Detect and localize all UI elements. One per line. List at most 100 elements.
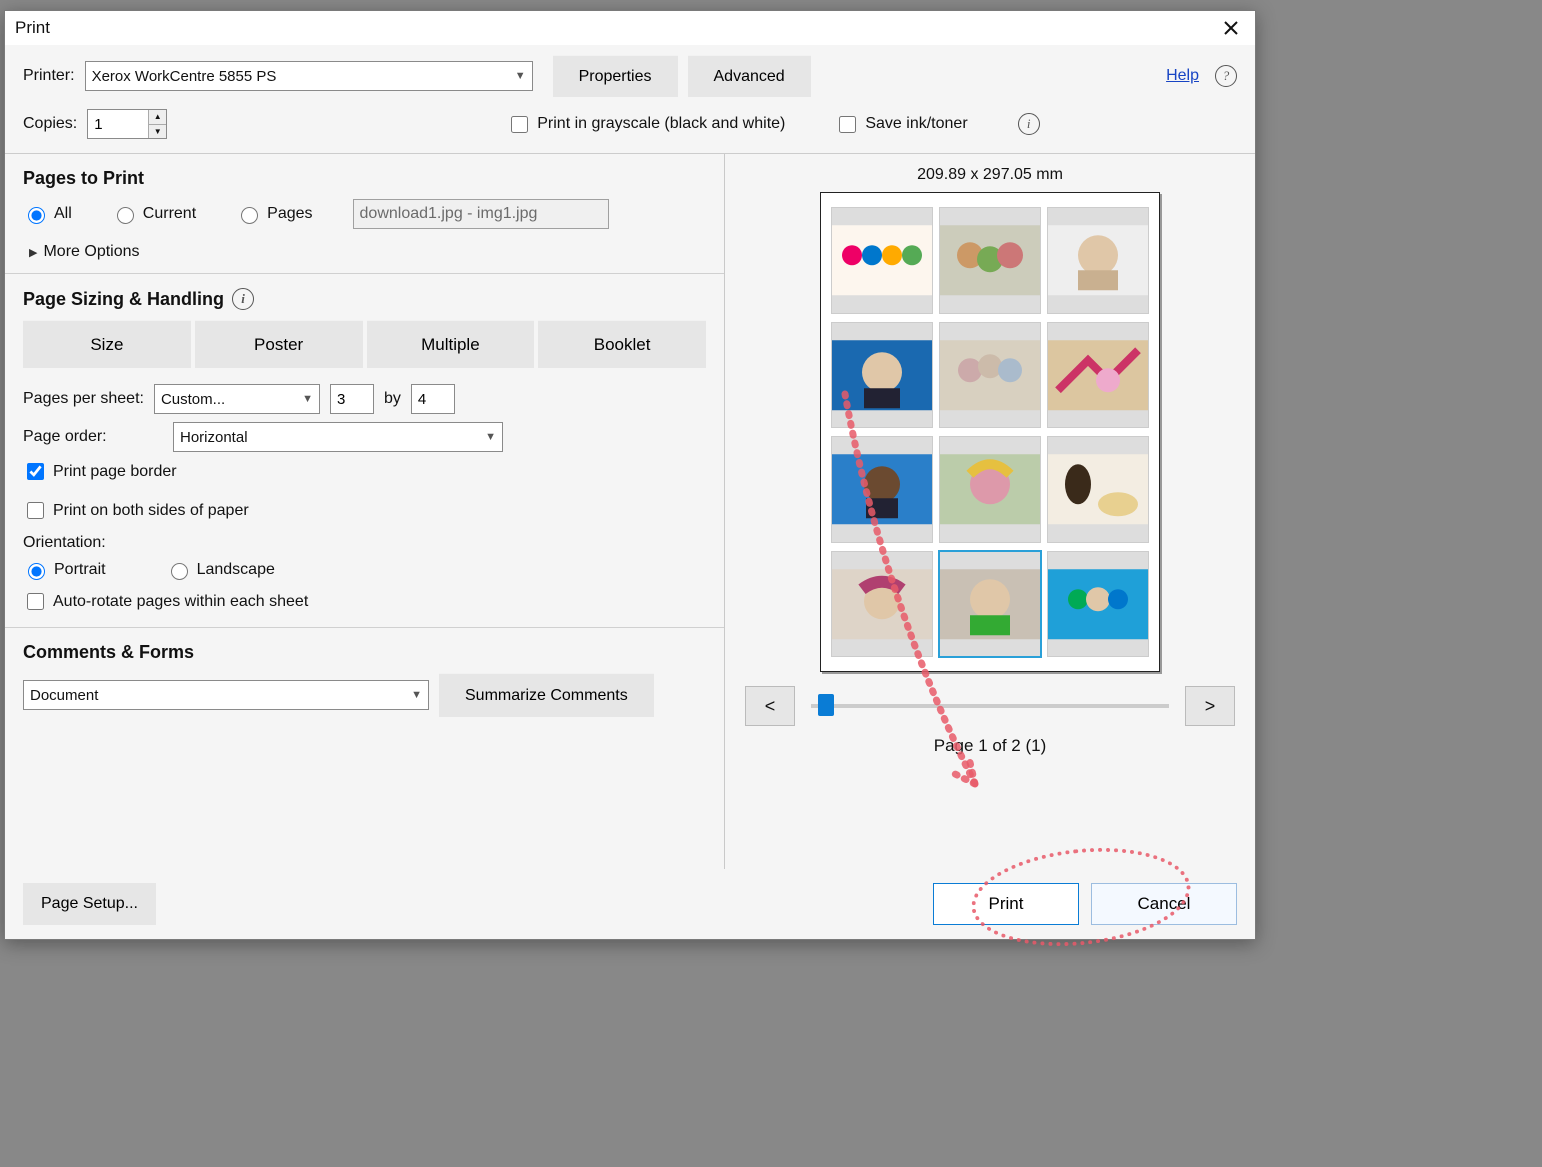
copies-stepper[interactable]: ▲ ▼ (87, 109, 167, 139)
pps-by-label: by (384, 390, 401, 408)
pps-value: Custom... (161, 391, 225, 408)
duplex-checkbox[interactable] (27, 502, 44, 519)
order-value: Horizontal (180, 429, 248, 446)
chevron-down-icon: ▼ (479, 431, 496, 443)
duplex-check[interactable]: Print on both sides of paper (23, 499, 706, 522)
pages-range-label: Pages (267, 205, 312, 223)
titlebar: Print (5, 11, 1255, 45)
copies-up[interactable]: ▲ (149, 110, 166, 125)
autorotate-label: Auto-rotate pages within each sheet (53, 593, 308, 611)
copies-down[interactable]: ▼ (149, 125, 166, 139)
border-checkbox[interactable] (27, 463, 44, 480)
comments-section: Comments & Forms Document ▼ Summarize Co… (5, 628, 724, 727)
more-options-label: More Options (43, 243, 139, 261)
more-options-toggle[interactable]: ▶ More Options (23, 239, 706, 263)
printer-select[interactable]: Xerox WorkCentre 5855 PS ▼ (85, 61, 533, 91)
page-setup-button[interactable]: Page Setup... (23, 883, 156, 925)
copies-label: Copies: (23, 115, 77, 133)
thumb-6 (1047, 322, 1149, 429)
pages-all[interactable]: All (23, 204, 72, 224)
thumb-4 (831, 322, 933, 429)
duplex-label: Print on both sides of paper (53, 502, 249, 520)
portrait-label: Portrait (54, 561, 106, 579)
sizing-size-button[interactable]: Size (23, 320, 191, 368)
landscape-label: Landscape (197, 561, 275, 579)
saveink-checkbox[interactable] (839, 116, 856, 133)
landscape-radio[interactable] (171, 563, 188, 580)
order-select[interactable]: Horizontal ▼ (173, 422, 503, 452)
pages-range[interactable]: Pages (236, 204, 312, 224)
pps-rows-input[interactable] (411, 384, 455, 414)
thumb-11 (939, 551, 1041, 658)
thumb-9 (1047, 436, 1149, 543)
pages-all-radio[interactable] (28, 207, 45, 224)
portrait-option[interactable]: Portrait (23, 560, 106, 580)
sizing-booklet-button[interactable]: Booklet (538, 320, 706, 368)
chevron-down-icon: ▼ (509, 70, 526, 82)
preview-prev-button[interactable]: < (745, 686, 795, 726)
cancel-button[interactable]: Cancel (1091, 883, 1237, 925)
pages-current-radio[interactable] (117, 207, 134, 224)
pps-select[interactable]: Custom... ▼ (154, 384, 320, 414)
comments-value: Document (30, 687, 98, 704)
preview-pane: 209.89 x 297.05 mm < (725, 154, 1255, 869)
pages-range-input[interactable]: download1.jpg - img1.jpg (353, 199, 609, 229)
saveink-check[interactable]: Save ink/toner (835, 113, 967, 136)
dialog-title: Print (15, 18, 50, 38)
sizing-multiple-button[interactable]: Multiple (367, 320, 535, 368)
page-preview (820, 192, 1160, 672)
orientation-label: Orientation: (23, 534, 106, 552)
thumb-10 (831, 551, 933, 658)
landscape-option[interactable]: Landscape (166, 560, 275, 580)
close-icon (1223, 20, 1239, 36)
thumb-7 (831, 436, 933, 543)
pps-cols-input[interactable] (330, 384, 374, 414)
portrait-radio[interactable] (28, 563, 45, 580)
grayscale-check[interactable]: Print in grayscale (black and white) (507, 113, 785, 136)
thumb-8 (939, 436, 1041, 543)
summarize-button[interactable]: Summarize Comments (439, 673, 654, 717)
border-check[interactable]: Print page border (23, 460, 706, 483)
border-label: Print page border (53, 463, 177, 481)
preview-slider[interactable] (811, 704, 1169, 708)
autorotate-check[interactable]: Auto-rotate pages within each sheet (23, 590, 706, 613)
thumb-1 (831, 207, 933, 314)
advanced-button[interactable]: Advanced (688, 55, 811, 97)
copies-input[interactable] (88, 110, 148, 138)
help-info-icon[interactable]: ? (1215, 65, 1237, 87)
preview-next-button[interactable]: > (1185, 686, 1235, 726)
pages-range-radio[interactable] (241, 207, 258, 224)
pages-current[interactable]: Current (112, 204, 196, 224)
left-pane: Pages to Print All Current Pages (5, 154, 725, 869)
preview-page-indicator: Page 1 of 2 (1) (934, 736, 1046, 756)
printer-value: Xerox WorkCentre 5855 PS (92, 68, 277, 85)
pages-all-label: All (54, 205, 72, 223)
content-area: Pages to Print All Current Pages (5, 154, 1255, 869)
pages-range-value: download1.jpg - img1.jpg (360, 205, 538, 223)
footer: Page Setup... Print Cancel (5, 869, 1255, 939)
preview-slider-thumb[interactable] (818, 694, 834, 716)
sizing-poster-button[interactable]: Poster (195, 320, 363, 368)
comments-select[interactable]: Document ▼ (23, 680, 429, 710)
thumb-5 (939, 322, 1041, 429)
print-button[interactable]: Print (933, 883, 1079, 925)
order-label: Page order: (23, 428, 163, 446)
close-button[interactable] (1217, 14, 1245, 42)
thumb-2 (939, 207, 1041, 314)
pages-current-label: Current (143, 205, 196, 223)
top-panel: Printer: Xerox WorkCentre 5855 PS ▼ Prop… (5, 45, 1255, 154)
grayscale-label: Print in grayscale (black and white) (537, 115, 785, 133)
autorotate-checkbox[interactable] (27, 593, 44, 610)
grayscale-checkbox[interactable] (511, 116, 528, 133)
saveink-info-icon[interactable]: i (1018, 113, 1040, 135)
pages-to-print-title: Pages to Print (23, 168, 706, 189)
thumb-3 (1047, 207, 1149, 314)
properties-button[interactable]: Properties (553, 55, 678, 97)
saveink-label: Save ink/toner (865, 115, 967, 133)
printer-label: Printer: (23, 67, 75, 85)
preview-nav: < > (745, 686, 1235, 726)
help-link[interactable]: Help (1166, 67, 1199, 85)
sizing-info-icon[interactable]: i (232, 288, 254, 310)
comments-title: Comments & Forms (23, 642, 706, 663)
thumb-12 (1047, 551, 1149, 658)
